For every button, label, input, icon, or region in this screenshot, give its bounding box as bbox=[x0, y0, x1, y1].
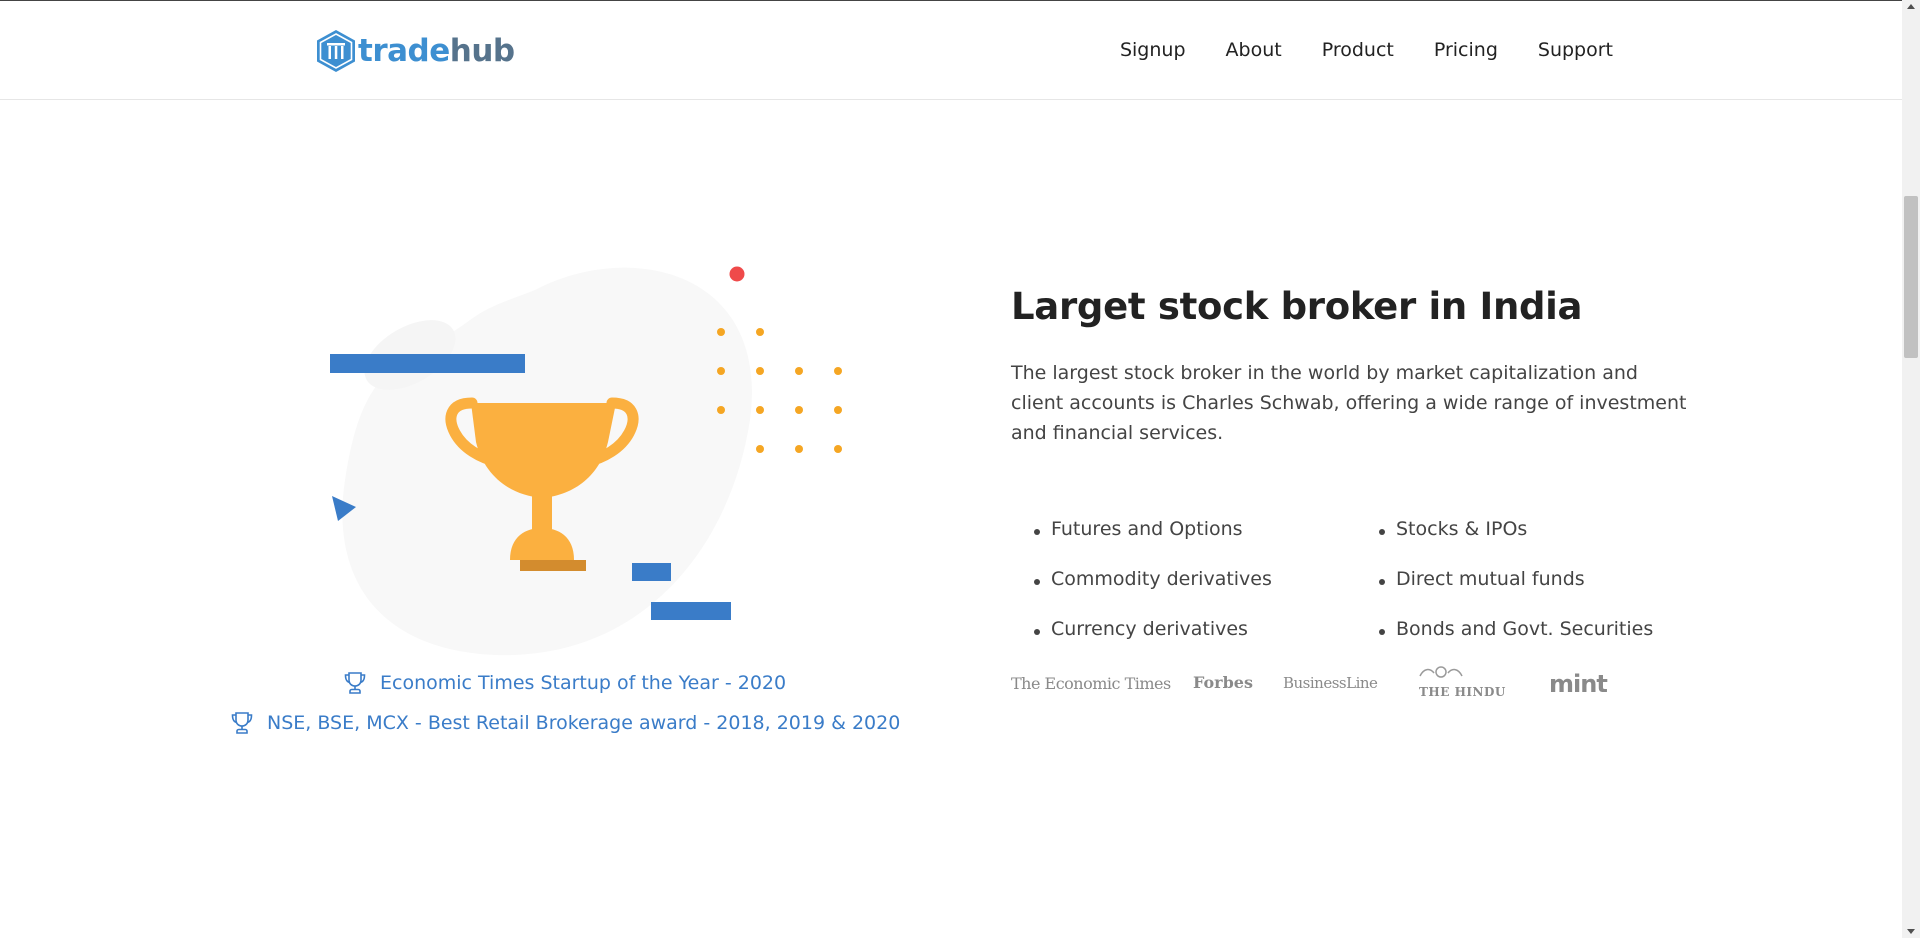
brand-logo[interactable]: tradehub bbox=[315, 29, 515, 73]
scroll-down-arrow-icon[interactable] bbox=[1907, 929, 1915, 934]
page-title: Larget stock broker in India bbox=[1011, 285, 1583, 328]
award-item[interactable]: Economic Times Startup of the Year - 202… bbox=[342, 670, 786, 696]
blue-bar-bottom bbox=[651, 602, 731, 620]
forbes-logo: Forbes bbox=[1193, 673, 1253, 692]
feature-item: Futures and Options bbox=[1011, 518, 1243, 540]
nav-pricing[interactable]: Pricing bbox=[1434, 39, 1498, 61]
hexagon-logo-icon bbox=[317, 30, 355, 72]
page-scrollbar[interactable] bbox=[1902, 0, 1920, 938]
top-navbar: tradehub Signup About Product Pricing Su… bbox=[0, 1, 1902, 100]
trophy-outline-icon bbox=[344, 672, 366, 694]
economic-times-logo: The Economic Times bbox=[1011, 674, 1171, 693]
red-dot bbox=[729, 266, 745, 282]
nav-support[interactable]: Support bbox=[1538, 39, 1613, 61]
mint-logo: mint bbox=[1549, 670, 1608, 698]
award-text: NSE, BSE, MCX - Best Retail Brokerage aw… bbox=[267, 712, 901, 734]
scroll-up-arrow-icon[interactable] bbox=[1907, 4, 1915, 9]
feature-item: Direct mutual funds bbox=[1356, 568, 1585, 590]
the-hindu-emblem-icon bbox=[1419, 666, 1463, 678]
the-hindu-logo: THE HINDU bbox=[1419, 685, 1506, 699]
brand-name: tradehub bbox=[358, 33, 515, 69]
feature-item: Currency derivatives bbox=[1011, 618, 1248, 640]
press-logos: The Economic Times Forbes BusinessLine T… bbox=[1011, 664, 1611, 704]
feature-item: Commodity derivatives bbox=[1011, 568, 1272, 590]
blue-block-small bbox=[632, 563, 671, 581]
award-item[interactable]: NSE, BSE, MCX - Best Retail Brokerage aw… bbox=[229, 710, 900, 736]
scrollbar-thumb[interactable] bbox=[1904, 196, 1918, 358]
feature-item: Stocks & IPOs bbox=[1356, 518, 1527, 540]
main-nav: Signup About Product Pricing Support bbox=[1120, 39, 1613, 61]
brand-name-part2: hub bbox=[449, 33, 515, 69]
trophy-outline-icon bbox=[231, 712, 253, 734]
businessline-logo: BusinessLine bbox=[1283, 674, 1378, 692]
nav-signup[interactable]: Signup bbox=[1120, 39, 1186, 61]
nav-about[interactable]: About bbox=[1226, 39, 1282, 61]
blue-bar-top bbox=[330, 354, 525, 373]
trophy-illustration bbox=[330, 266, 842, 656]
hero-content: Larget stock broker in India The largest… bbox=[1011, 285, 1691, 448]
nav-product[interactable]: Product bbox=[1322, 39, 1394, 61]
page-description: The largest stock broker in the world by… bbox=[1011, 362, 1687, 444]
brand-name-part1: trade bbox=[358, 33, 450, 69]
feature-item: Bonds and Govt. Securities bbox=[1356, 618, 1653, 640]
award-text: Economic Times Startup of the Year - 202… bbox=[380, 672, 787, 694]
